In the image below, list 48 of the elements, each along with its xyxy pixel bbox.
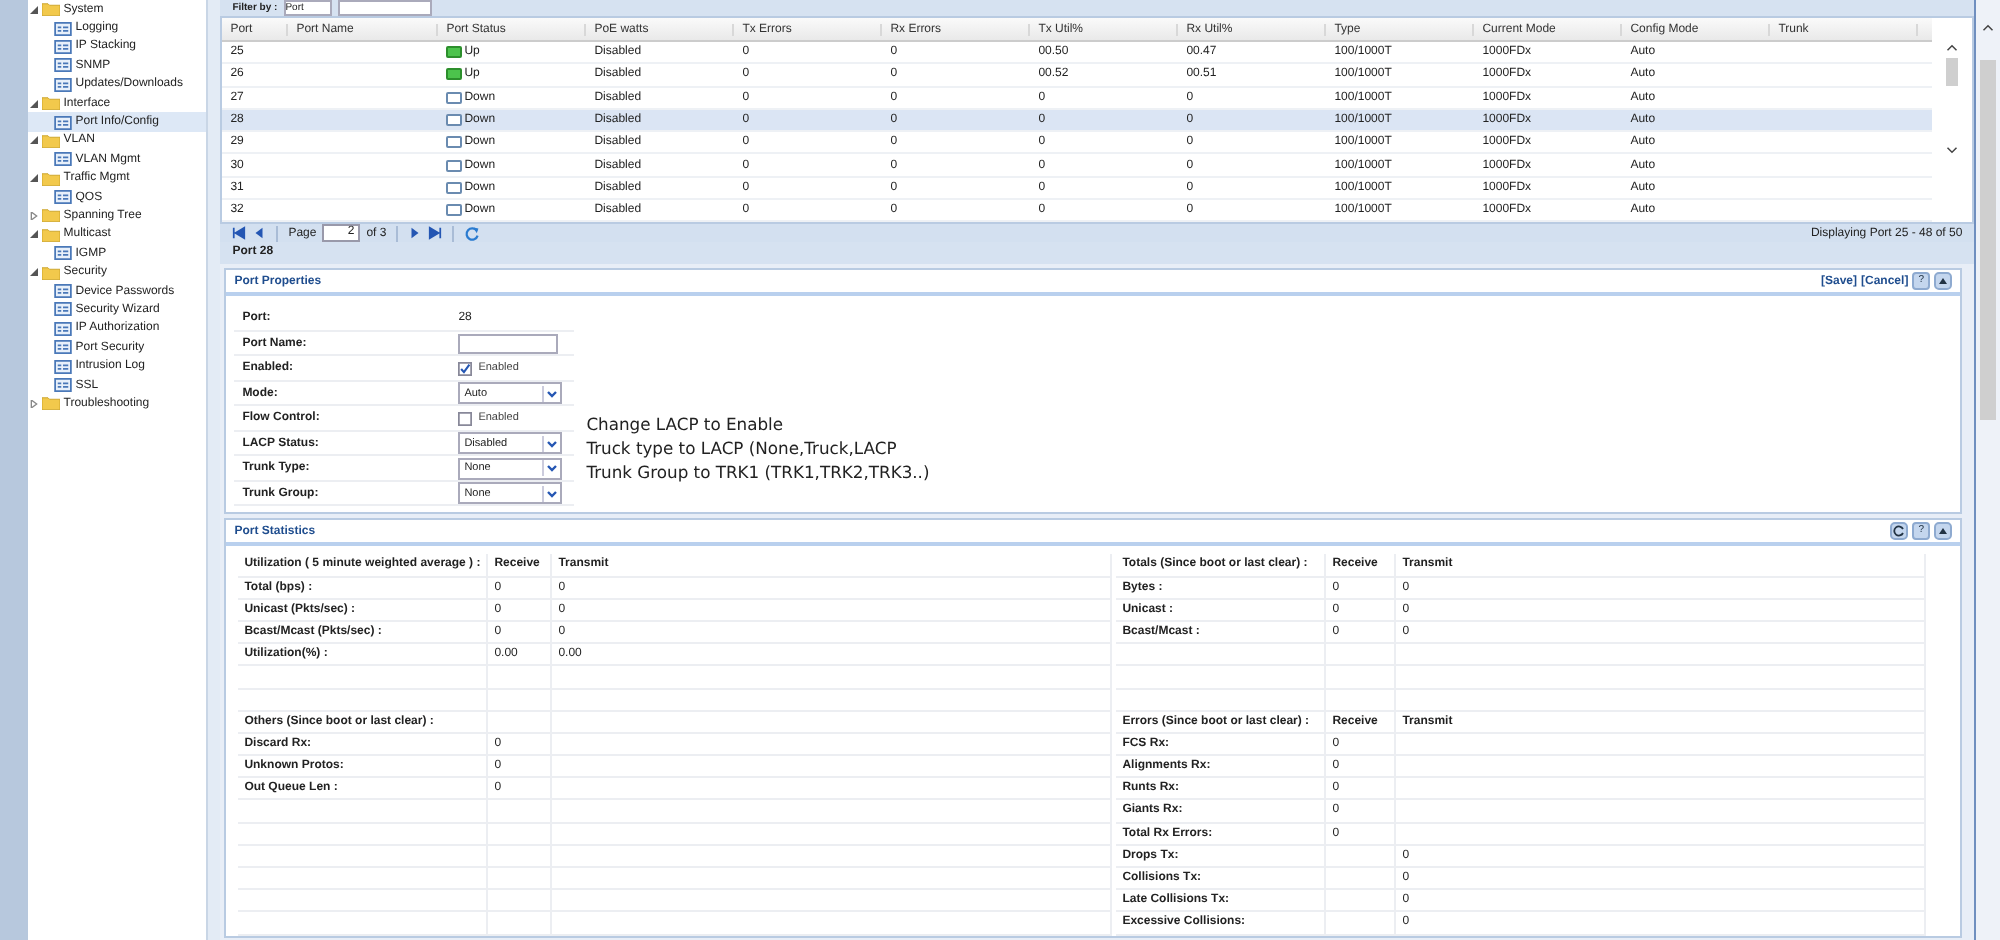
last-page-icon[interactable] <box>428 226 443 241</box>
first-page-icon[interactable] <box>232 226 247 241</box>
scroll-thumb[interactable] <box>1980 60 1997 420</box>
page-icon <box>53 190 72 205</box>
page-icon <box>53 378 72 392</box>
page-icon <box>53 77 72 92</box>
expander-icon[interactable] <box>29 174 38 183</box>
folder-icon <box>41 171 60 186</box>
checkbox[interactable] <box>458 411 473 426</box>
caret-icon[interactable] <box>542 460 561 477</box>
page-icon <box>53 152 72 167</box>
expander-icon[interactable] <box>29 211 38 220</box>
scroll-down-icon[interactable] <box>1946 146 1959 154</box>
scroll-up-icon[interactable] <box>1982 24 1995 32</box>
folder-icon <box>41 396 60 411</box>
page-icon <box>53 340 72 355</box>
refresh-icon[interactable] <box>1890 522 1909 541</box>
caret-icon[interactable] <box>542 485 561 502</box>
collapse-icon[interactable] <box>1934 272 1953 291</box>
annotation-text: Truck type to LACP (None,Truck,LACP <box>586 436 899 461</box>
collapse-icon[interactable] <box>1934 522 1953 541</box>
page-icon <box>53 302 72 317</box>
checkbox[interactable] <box>458 361 473 376</box>
scroll-thumb[interactable] <box>1946 58 1959 86</box>
expander-icon[interactable] <box>29 136 38 145</box>
filter-field[interactable] <box>337 0 432 16</box>
page-icon <box>53 58 72 73</box>
annotation-text: Change LACP to Enable <box>586 412 786 437</box>
expander-icon[interactable] <box>29 230 38 239</box>
expander-icon[interactable] <box>29 5 38 14</box>
scroll-up-icon[interactable] <box>1946 44 1959 52</box>
page-icon <box>53 246 72 261</box>
page-icon <box>53 321 72 336</box>
page-icon <box>53 39 72 54</box>
page-icon <box>53 284 72 299</box>
expander-icon[interactable] <box>29 268 38 277</box>
scrollbar[interactable] <box>1974 0 2000 940</box>
expander-icon[interactable] <box>29 399 38 408</box>
folder-icon <box>41 2 60 17</box>
caret-icon[interactable] <box>542 435 561 452</box>
page-icon <box>53 359 72 374</box>
folder-icon <box>41 265 60 280</box>
expander-icon[interactable] <box>29 99 38 108</box>
page-icon <box>53 21 72 36</box>
caret-icon[interactable] <box>542 385 561 402</box>
page-icon <box>53 115 72 130</box>
annotation-text: Trunk Group to TRK1 (TRK1,TRK2,TRK3..) <box>586 460 930 485</box>
input-field[interactable] <box>458 333 559 354</box>
